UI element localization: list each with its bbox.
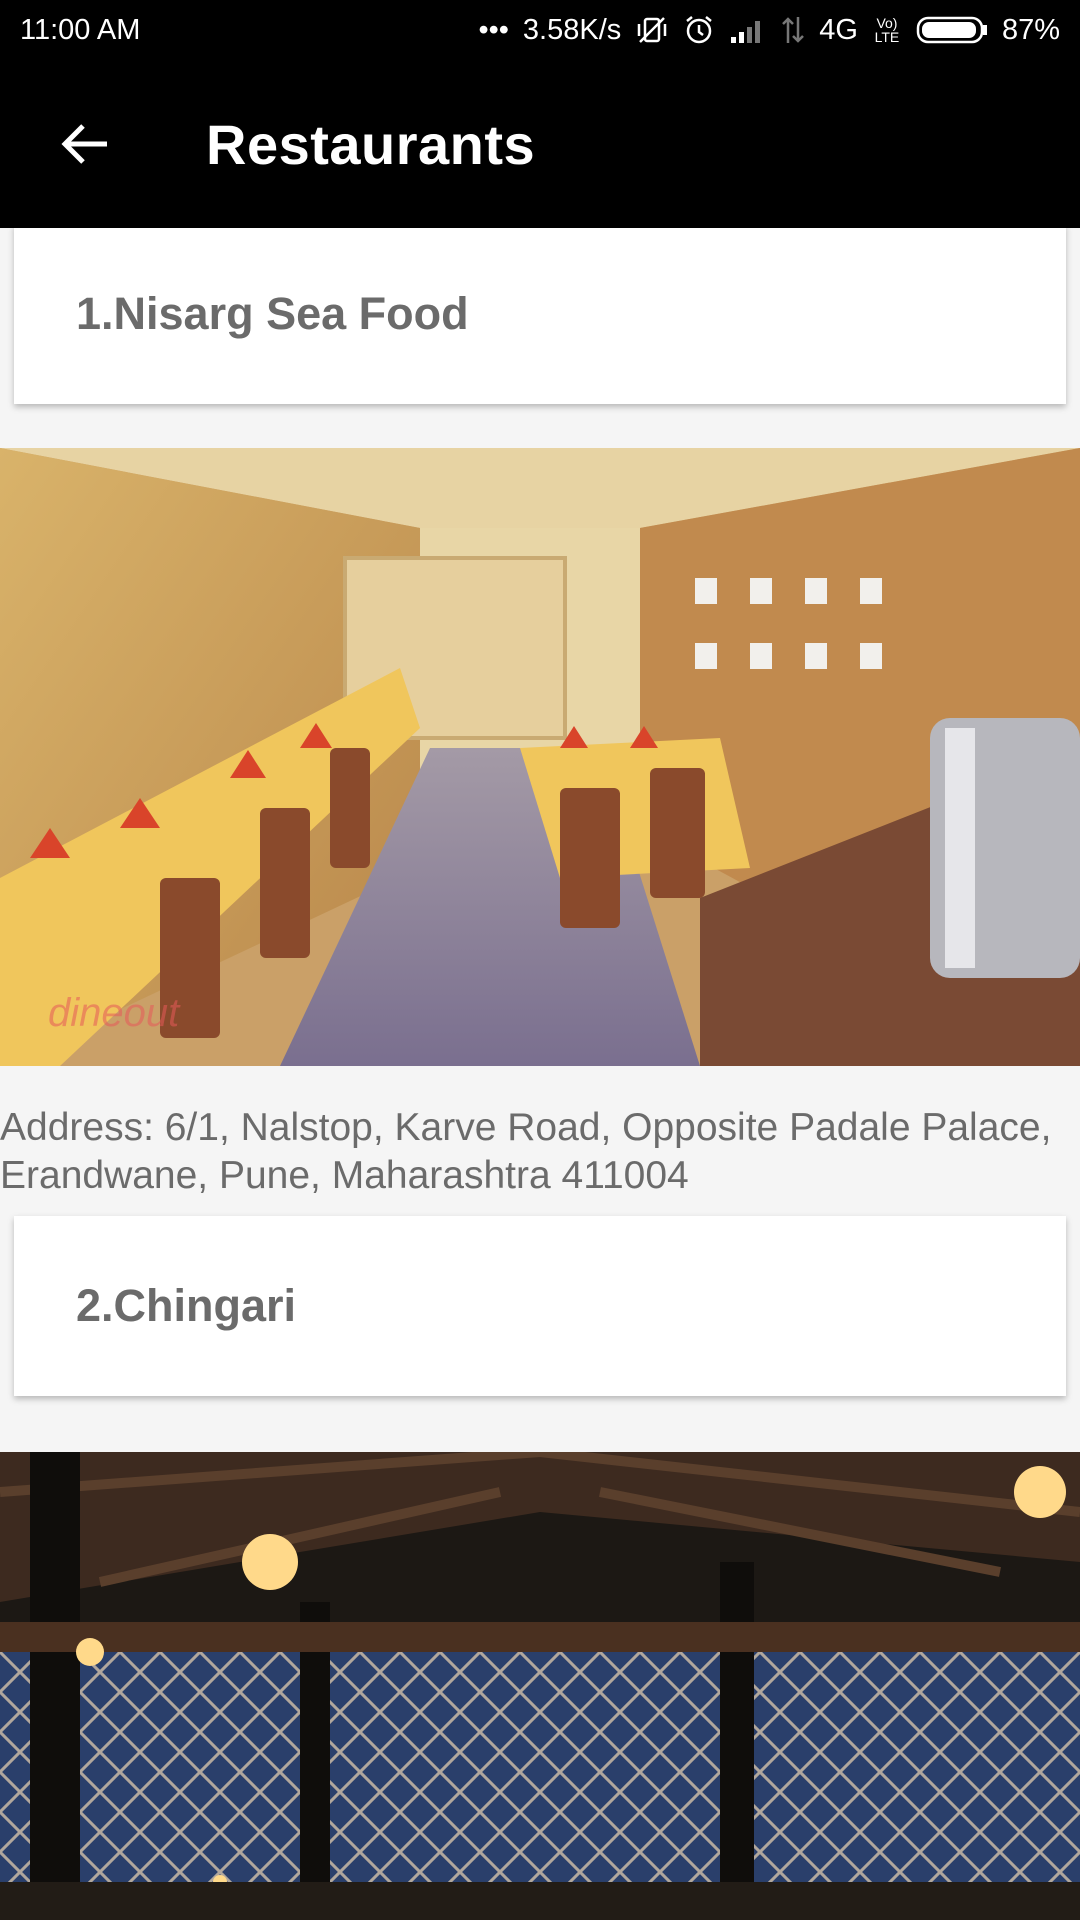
- status-bar: 11:00 AM ••• 3.58K/s 4G Vo) LTE 87%: [0, 0, 1080, 60]
- app-bar: Restaurants: [0, 60, 1080, 228]
- vibrate-off-icon: [635, 15, 669, 45]
- signal-icon: [729, 17, 767, 43]
- restaurant-address: Address: 6/1, Nalstop, Karve Road, Oppos…: [0, 1106, 1052, 1197]
- restaurant-title: 2.Chingari: [76, 1280, 297, 1331]
- data-arrows-icon: [781, 15, 805, 45]
- arrow-left-icon: [61, 124, 107, 164]
- restaurant-photo-2: [0, 1452, 1080, 1920]
- restaurant-card-2[interactable]: 2.Chingari: [14, 1216, 1066, 1396]
- restaurant-title: 1.Nisarg Sea Food: [76, 288, 469, 339]
- network-speed: 3.58K/s: [522, 13, 622, 46]
- status-icons: ••• 3.58K/s 4G Vo) LTE 87%: [478, 14, 1060, 47]
- more-dots-icon: •••: [478, 13, 509, 46]
- restaurant-photo-1: dineout: [0, 448, 1080, 1066]
- battery-icon: [916, 15, 988, 45]
- restaurant-list[interactable]: 1.Nisarg Sea Food dineout Address: 6/1, …: [0, 228, 1080, 1920]
- restaurant-card-1[interactable]: 1.Nisarg Sea Food: [14, 228, 1066, 404]
- battery-percent: 87%: [1001, 13, 1060, 46]
- status-time: 11:00 AM: [20, 13, 141, 46]
- photo-watermark: dineout: [48, 991, 180, 1035]
- back-button[interactable]: [30, 89, 140, 199]
- volte-icon: Vo) LTE: [874, 15, 900, 45]
- alarm-icon: [683, 14, 715, 46]
- network-type: 4G: [819, 13, 858, 46]
- page-title: Restaurants: [206, 112, 536, 176]
